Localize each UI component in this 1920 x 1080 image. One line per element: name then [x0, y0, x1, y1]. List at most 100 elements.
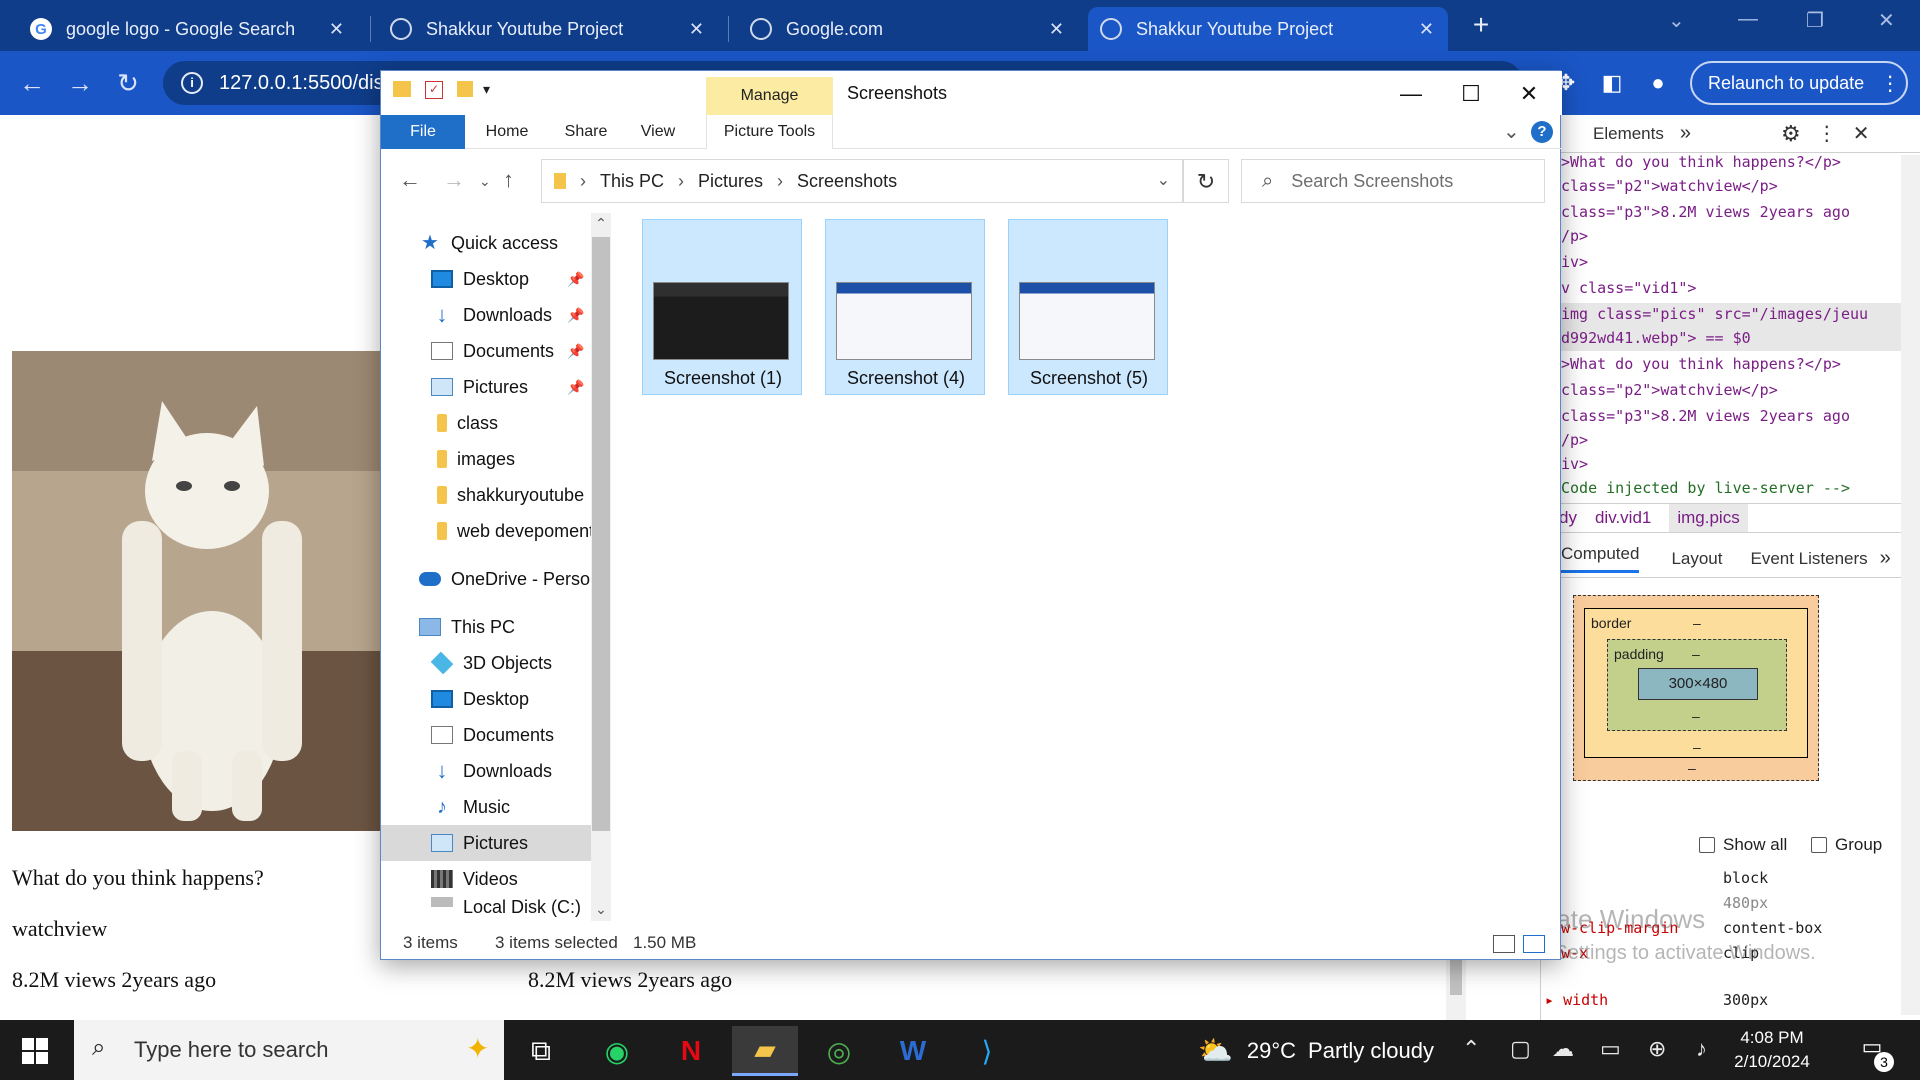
notification-center-icon[interactable]: ▭ 3 — [1854, 1034, 1894, 1072]
sparkle-icon[interactable]: ✦ — [466, 1032, 489, 1065]
code-line-selected[interactable]: img class="pics" src="/images/jeuu — [1561, 305, 1868, 323]
devtools-scrollbar[interactable] — [1901, 155, 1920, 1015]
up-arrow-icon[interactable]: ↑ — [503, 167, 514, 193]
info-icon[interactable]: i — [181, 72, 203, 94]
tab-event-listeners[interactable]: Event Listeners — [1750, 549, 1867, 569]
more-tabs-icon[interactable]: » — [1880, 547, 1891, 570]
code-line[interactable]: /p> — [1561, 227, 1588, 245]
nav-pane-scrollbar[interactable]: ⌃ ⌄ — [591, 213, 611, 921]
task-view-icon[interactable]: ⧉ — [508, 1026, 574, 1076]
scrollbar-thumb[interactable] — [592, 237, 610, 831]
nav-downloads[interactable]: ↓ Downloads — [381, 753, 591, 789]
nav-documents[interactable]: Documents — [381, 717, 591, 753]
browser-tab-google-search[interactable]: G google logo - Google Search ✕ — [18, 7, 358, 51]
word-icon[interactable]: W — [880, 1026, 946, 1076]
close-icon[interactable]: ✕ — [329, 19, 344, 40]
explorer-address-bar[interactable]: › This PC › Pictures › Screenshots ⌄ — [541, 159, 1183, 203]
maximize-icon[interactable]: ☐ — [1444, 75, 1498, 113]
pin-icon[interactable]: 📌 — [567, 343, 584, 360]
help-icon[interactable]: ? — [1531, 121, 1553, 143]
taskbar-search-box[interactable]: ⌕ Type here to search ✦ — [74, 1020, 504, 1080]
minimize-icon[interactable]: — — [1384, 75, 1438, 113]
expand-arrow-icon[interactable]: ▸ — [1545, 991, 1563, 1009]
path-this-pc[interactable]: This PC — [600, 171, 664, 192]
nav-onedrive[interactable]: OneDrive - Person — [381, 561, 591, 597]
breadcrumb-item[interactable]: div.vid1 — [1595, 508, 1651, 528]
prop-name-width[interactable]: ▸ width — [1545, 991, 1608, 1009]
scroll-up-icon[interactable]: ⌃ — [591, 215, 611, 232]
vscode-icon[interactable]: ⟩ — [954, 1026, 1020, 1076]
code-line[interactable]: >What do you think happens?</p> — [1561, 355, 1841, 373]
chevron-down-icon[interactable]: ⌄ — [1157, 170, 1170, 190]
chevron-down-icon[interactable]: ⌄ — [1668, 8, 1685, 33]
ribbon-tab-home[interactable]: Home — [471, 115, 543, 149]
checkbox-box[interactable] — [1811, 837, 1827, 853]
nav-local-disk[interactable]: Local Disk (C:) — [381, 897, 591, 921]
path-screenshots[interactable]: Screenshots — [797, 171, 897, 192]
pin-icon[interactable]: 📌 — [567, 271, 584, 288]
breadcrumb-item[interactable]: dy — [1559, 508, 1577, 528]
close-icon[interactable]: ✕ — [689, 19, 704, 40]
code-line[interactable]: class="p3">8.2M views 2years ago — [1561, 203, 1850, 221]
nav-documents-pinned[interactable]: Documents 📌 — [381, 333, 591, 369]
more-tabs-icon[interactable]: » — [1680, 122, 1691, 145]
minimize-icon[interactable]: — — [1738, 8, 1758, 31]
relaunch-button[interactable]: Relaunch to update ⋮ — [1690, 61, 1908, 105]
nav-desktop-pinned[interactable]: Desktop 📌 — [381, 261, 591, 297]
back-arrow-icon[interactable]: ← — [14, 65, 50, 101]
ribbon-tab-view[interactable]: View — [627, 115, 689, 149]
taskbar-clock[interactable]: 4:08 PM 2/10/2024 — [1712, 1026, 1832, 1074]
chrome-icon[interactable]: ◎ — [806, 1026, 872, 1076]
reload-icon[interactable]: ↻ — [110, 65, 146, 101]
code-line[interactable]: iv> — [1561, 455, 1588, 473]
code-line[interactable]: iv> — [1561, 253, 1588, 271]
close-icon[interactable]: ✕ — [1502, 75, 1556, 113]
pin-icon[interactable]: 📌 — [567, 307, 584, 324]
code-line-selected[interactable]: d992wd41.webp"> == $0 — [1561, 329, 1751, 347]
details-view-icon[interactable] — [1493, 935, 1515, 953]
back-arrow-icon[interactable]: ← — [399, 167, 421, 193]
volume-icon[interactable]: ♪ — [1696, 1036, 1707, 1062]
show-hidden-icons-icon[interactable]: ⌃ — [1462, 1036, 1480, 1062]
close-icon[interactable]: ✕ — [1853, 121, 1870, 146]
nav-pictures-selected[interactable]: Pictures — [381, 825, 591, 861]
new-folder-icon[interactable] — [457, 81, 473, 97]
profile-avatar-icon[interactable]: ● — [1642, 67, 1674, 99]
refresh-icon[interactable]: ↻ — [1183, 159, 1229, 203]
code-line[interactable]: class="p3">8.2M views 2years ago — [1561, 407, 1850, 425]
nav-folder-web-devepoment[interactable]: web devepoment — [381, 513, 591, 549]
new-tab-button[interactable]: + — [1466, 10, 1496, 42]
nav-downloads-pinned[interactable]: ↓ Downloads 📌 — [381, 297, 591, 333]
whatsapp-icon[interactable]: ◉ — [584, 1026, 650, 1076]
browser-tab-shakkur[interactable]: Shakkur Youtube Project ✕ — [378, 7, 718, 51]
nav-quick-access[interactable]: ★ Quick access — [381, 225, 591, 261]
file-tile-screenshot-5[interactable]: Screenshot (5) — [1008, 219, 1168, 395]
netflix-icon[interactable]: N — [658, 1026, 724, 1076]
scrollbar-thumb[interactable] — [1450, 955, 1462, 995]
properties-icon[interactable]: ✓ — [425, 81, 443, 99]
restore-icon[interactable]: ❐ — [1806, 8, 1824, 33]
nav-this-pc[interactable]: This PC — [381, 609, 591, 645]
recent-locations-icon[interactable]: ⌄ — [479, 173, 491, 190]
close-icon[interactable]: ✕ — [1049, 19, 1064, 40]
show-all-checkbox[interactable]: Show all — [1699, 835, 1787, 855]
battery-icon[interactable]: ▭ — [1600, 1036, 1621, 1062]
close-icon[interactable]: ✕ — [1419, 19, 1434, 40]
nav-3d-objects[interactable]: 3D Objects — [381, 645, 591, 681]
network-globe-icon[interactable]: ⊕ — [1648, 1036, 1666, 1062]
scroll-down-icon[interactable]: ⌄ — [591, 901, 611, 918]
code-comment[interactable]: Code injected by live-server --> — [1561, 479, 1850, 497]
pin-icon[interactable]: 📌 — [567, 379, 584, 396]
group-checkbox[interactable]: Group — [1811, 835, 1882, 855]
close-window-icon[interactable]: ✕ — [1878, 8, 1895, 33]
path-pictures[interactable]: Pictures — [698, 171, 763, 192]
tab-computed[interactable]: Computed — [1561, 544, 1640, 573]
more-vert-icon[interactable]: ⋮ — [1817, 121, 1837, 146]
ribbon-tab-picture-tools[interactable]: Picture Tools — [706, 115, 833, 149]
windows-start-icon[interactable] — [22, 1038, 48, 1064]
code-line[interactable]: class="p2">watchview</p> — [1561, 381, 1778, 399]
explorer-search-box[interactable]: ⌕ Search Screenshots — [1241, 159, 1545, 203]
ribbon-tab-file[interactable]: File — [381, 115, 465, 149]
browser-tab-google-com[interactable]: Google.com ✕ — [738, 7, 1078, 51]
onedrive-cloud-icon[interactable]: ☁ — [1552, 1036, 1574, 1062]
